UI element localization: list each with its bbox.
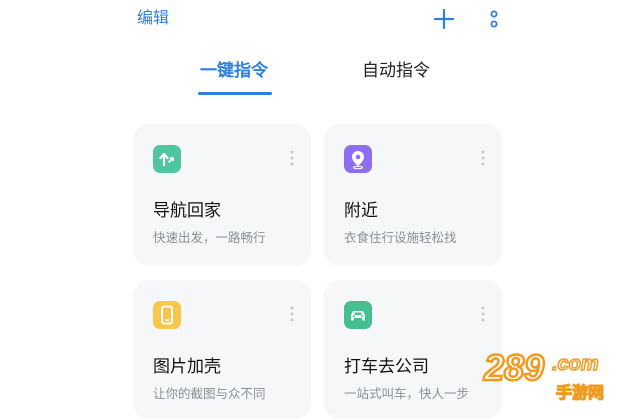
card-more-icon[interactable] [289,306,295,322]
phone-frame-icon [153,301,181,329]
card-navigate-home[interactable]: 导航回家 快速出发，一路畅行 [133,124,311,266]
navigate-home-icon [153,145,181,173]
car-icon [344,301,372,329]
card-subtitle: 让你的截图与众不同 [153,386,266,401]
card-taxi-to-company[interactable]: 打车去公司 一站式叫车，快人一步 [324,280,502,419]
tab-one-key-commands[interactable]: 一键指令 [200,60,268,82]
location-pin-icon [344,145,372,173]
card-title: 导航回家 [153,201,221,221]
active-tab-indicator [198,92,272,95]
card-title: 打车去公司 [344,357,429,377]
card-subtitle: 衣食住行设施轻松找 [344,230,457,245]
svg-text:.com: .com [552,353,599,375]
card-nearby[interactable]: 附近 衣食住行设施轻松找 [324,124,502,266]
more-vertical-icon[interactable] [486,9,502,31]
card-more-icon[interactable] [480,306,486,322]
page: 编辑 一键指令 自动指令 导航回家 快速出发，一路畅行 附近 衣食住行设施轻松找… [0,0,640,419]
svg-text:手游网: 手游网 [556,383,604,402]
card-more-icon[interactable] [289,150,295,166]
edit-button[interactable]: 编辑 [137,8,169,28]
card-title: 附近 [344,201,378,221]
tab-auto-commands[interactable]: 自动指令 [362,60,430,82]
plus-icon[interactable] [433,8,455,30]
card-picture-shell[interactable]: 图片加壳 让你的截图与众不同 [133,280,311,419]
card-more-icon[interactable] [480,150,486,166]
card-subtitle: 快速出发，一路畅行 [153,230,266,245]
card-title: 图片加壳 [153,357,221,377]
card-subtitle: 一站式叫车，快人一步 [344,386,470,401]
